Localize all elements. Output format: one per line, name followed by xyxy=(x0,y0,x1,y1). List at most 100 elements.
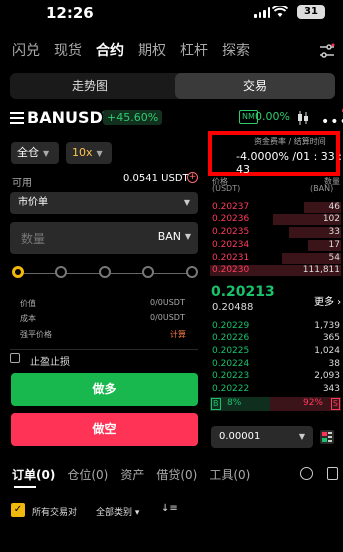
bid-row[interactable]: 0.20223 2,093 xyxy=(210,371,341,382)
battery-icon: 31 xyxy=(297,5,325,19)
nav-item-options[interactable]: 期权 xyxy=(138,40,166,62)
nav-item-explore[interactable]: 探索 xyxy=(222,40,250,62)
tab-positions[interactable]: 仓位(0) xyxy=(67,466,108,482)
margin-mode-label: 全仓 xyxy=(17,146,39,159)
quantity-placeholder: 数量 xyxy=(21,232,46,246)
nav-item-spot[interactable]: 现货 xyxy=(54,40,82,62)
ask-qty: 54 xyxy=(328,253,340,263)
bid-qty: 1,024 xyxy=(314,346,340,356)
buy-badge: B xyxy=(211,398,221,410)
bid-qty: 365 xyxy=(322,333,340,343)
bid-row[interactable]: 0.20226 365 xyxy=(210,333,341,344)
ask-row[interactable]: 0.20230 111,811 xyxy=(210,265,341,276)
pair-name[interactable]: BANUSDT xyxy=(27,108,114,127)
ask-row[interactable]: 0.20234 17 xyxy=(210,240,341,251)
quantity-slider[interactable] xyxy=(12,266,198,278)
precision-select[interactable]: 0.00001 ▼ xyxy=(211,426,313,448)
active-tab-indicator xyxy=(14,486,36,488)
funding-value: -4.0000% /01 : 33 : 43 xyxy=(236,150,343,176)
wifi-icon xyxy=(272,6,288,17)
tab-tools[interactable]: 工具(0) xyxy=(209,466,250,482)
ask-row[interactable]: 0.20231 54 xyxy=(210,253,341,264)
ask-price: 0.20231 xyxy=(212,253,250,263)
divider xyxy=(10,349,198,350)
ask-row[interactable]: 0.20235 33 xyxy=(210,227,341,238)
bid-qty: 38 xyxy=(328,359,340,369)
slider-tick-100[interactable] xyxy=(186,266,198,278)
bid-qty: 1,739 xyxy=(314,321,340,331)
slider-handle[interactable] xyxy=(12,266,24,278)
history-icon[interactable] xyxy=(300,467,313,480)
order-type-select[interactable]: 市价单 ▼ xyxy=(10,192,198,214)
bid-row[interactable]: 0.20222 343 xyxy=(210,384,341,395)
mark-price: 0.20488 xyxy=(212,302,254,313)
ask-row[interactable]: 0.20236 102 xyxy=(210,214,341,225)
slider-tick-50[interactable] xyxy=(99,266,111,278)
bid-row[interactable]: 0.20224 38 xyxy=(210,359,341,370)
nav-item-flash[interactable]: 闪兑 xyxy=(12,40,40,62)
category-filter[interactable]: 全部类别 ▾ xyxy=(96,505,139,518)
ask-price: 0.20237 xyxy=(212,202,250,212)
precision-value: 0.00001 xyxy=(219,431,261,442)
bid-price: 0.20222 xyxy=(212,384,250,394)
pair-header: BANUSDT +45.60% NM 0.00% ••• xyxy=(10,108,343,130)
tab-orders[interactable]: 订单(0) xyxy=(12,466,55,482)
chevron-down-icon: ▼ xyxy=(184,232,191,241)
all-pairs-checkbox[interactable]: ✓ xyxy=(11,503,25,517)
ask-row[interactable]: 0.20237 46 xyxy=(210,202,341,213)
bid-row[interactable]: 0.20225 1,024 xyxy=(210,346,341,357)
margin-mode-button[interactable]: 全仓 ▼ xyxy=(11,142,59,164)
bottom-tabs: 订单(0) 仓位(0) 资产 借贷(0) 工具(0) xyxy=(12,466,250,482)
ask-qty: 33 xyxy=(328,227,340,237)
value-label: 价值 xyxy=(20,299,36,308)
candlestick-icon[interactable] xyxy=(296,110,310,126)
orderbook-layout-icon[interactable] xyxy=(319,429,335,445)
ask-qty: 102 xyxy=(322,214,340,224)
liq-price-label: 强平价格 xyxy=(20,330,52,339)
bid-row[interactable]: 0.20229 1,739 xyxy=(210,321,341,332)
long-button[interactable]: 做多 xyxy=(11,373,198,406)
document-icon[interactable] xyxy=(327,467,338,480)
transfer-plus-icon[interactable]: + xyxy=(187,172,198,183)
sort-icon[interactable]: ↓≡ xyxy=(161,503,178,514)
view-tabs: 走势图 交易 xyxy=(10,73,335,99)
bid-price: 0.20229 xyxy=(212,321,250,331)
tab-assets[interactable]: 资产 xyxy=(120,466,144,482)
slider-tick-75[interactable] xyxy=(142,266,154,278)
value-value: 0/0USDT xyxy=(150,298,185,307)
settings-icon[interactable] xyxy=(319,43,335,59)
nm-value: 0.00% xyxy=(255,110,290,123)
nav-item-futures[interactable]: 合约 xyxy=(96,40,124,62)
all-pairs-label: 所有交易对 xyxy=(32,508,78,518)
tab-loans[interactable]: 借贷(0) xyxy=(156,466,197,482)
nav-item-margin[interactable]: 杠杆 xyxy=(180,40,208,62)
chevron-down-icon: ▼ xyxy=(43,149,50,158)
slider-tick-25[interactable] xyxy=(55,266,67,278)
more-label: 更多 xyxy=(314,297,334,308)
short-button[interactable]: 做空 xyxy=(11,413,198,446)
quantity-input[interactable]: 数量 BAN ▼ xyxy=(10,222,198,254)
quantity-unit-select[interactable]: BAN xyxy=(158,230,181,243)
bid-price: 0.20223 xyxy=(212,371,250,381)
category-filter-label: 全部类别 xyxy=(96,508,133,518)
pair-change-badge: +45.60% xyxy=(103,110,163,125)
funding-label: 资金费率 / 结算时间 xyxy=(254,137,326,146)
more-link[interactable]: 更多 › xyxy=(314,293,341,308)
ask-price: 0.20234 xyxy=(212,240,250,250)
bid-qty: 2,093 xyxy=(314,371,340,381)
buy-sell-ratio-bar: B 8% 92% S xyxy=(210,397,341,411)
tab-trade[interactable]: 交易 xyxy=(175,73,335,99)
ask-price: 0.20230 xyxy=(212,265,250,275)
more-icon[interactable]: ••• xyxy=(321,114,343,130)
menu-icon[interactable] xyxy=(10,112,24,124)
tab-chart[interactable]: 走势图 xyxy=(10,73,170,99)
ob-qty-unit: (BAN) xyxy=(310,184,334,193)
available-label: 可用 xyxy=(12,178,32,189)
leverage-button[interactable]: 10x ▼ xyxy=(66,142,112,164)
ask-qty: 17 xyxy=(328,240,340,250)
bid-price: 0.20226 xyxy=(212,333,250,343)
last-price: 0.20213 xyxy=(211,284,275,300)
tpsl-checkbox[interactable] xyxy=(10,353,20,363)
sell-ratio: 92% xyxy=(302,398,323,408)
liq-calc-link[interactable]: 计算 xyxy=(170,329,186,340)
